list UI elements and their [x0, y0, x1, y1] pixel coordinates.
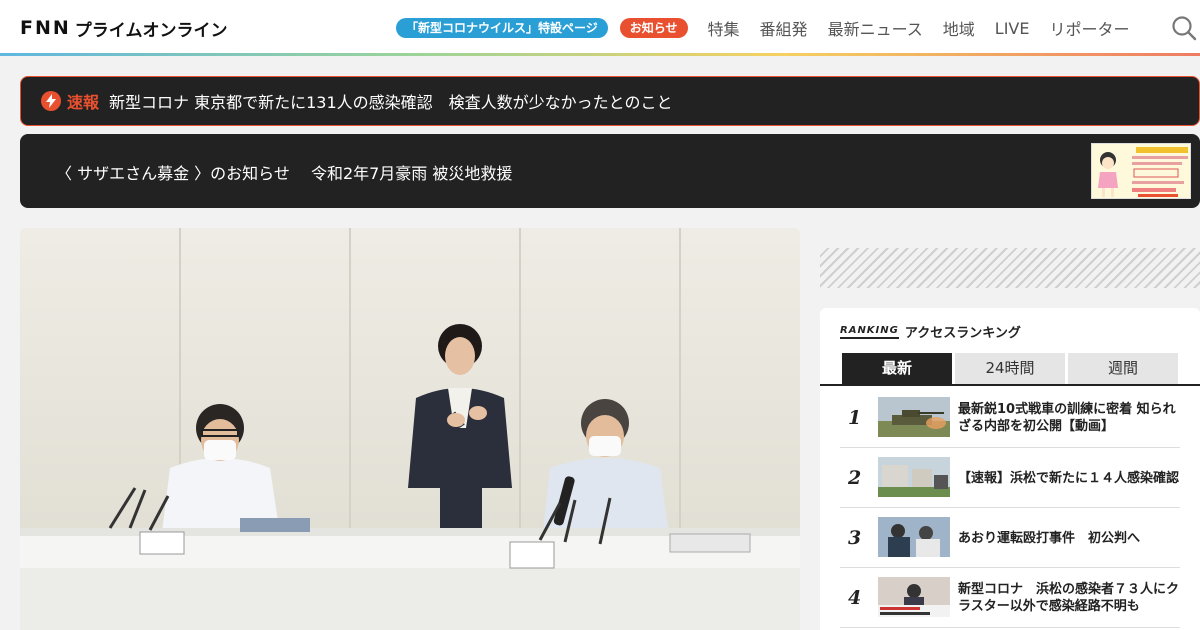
corona-special-page-button[interactable]: 「新型コロナウイルス」特設ページ — [396, 18, 608, 38]
list-item[interactable]: 3 あおり運転殴打事件 初公判へ — [840, 508, 1180, 568]
rank-title[interactable]: 最新鋭10式戦車の訓練に密着 知られざる内部を初公開【動画】 — [958, 388, 1180, 448]
notice-text[interactable]: 〈 サザエさん募金 〉のお知らせ 令和2年7月豪雨 被災地救援 — [56, 160, 512, 184]
main-nav: 「新型コロナウイルス」特設ページ お知らせ 特集 番組発 最新ニュース 地域 L… — [396, 16, 1129, 40]
ranking-list: 1 最新鋭10式戦車の訓練に密着 知られざる内部を初公開【動画】 2 【速報】浜… — [840, 388, 1180, 628]
header-accent-line — [0, 53, 1200, 56]
notice-thumbnail[interactable] — [1091, 143, 1191, 199]
logo-text: プライムオンライン — [74, 20, 228, 41]
rank-thumbnail[interactable] — [878, 397, 950, 437]
rank-number: 3 — [848, 527, 862, 549]
breaking-label: 速報 — [67, 93, 100, 112]
rank-number: 4 — [848, 587, 862, 609]
sazae-fund-notice-banner[interactable]: 〈 サザエさん募金 〉のお知らせ 令和2年7月豪雨 被災地救援 — [20, 134, 1200, 208]
nav-features[interactable]: 特集 — [708, 16, 740, 40]
rank-number: 1 — [848, 407, 862, 429]
tab-latest[interactable]: 最新 — [842, 353, 952, 384]
ranking-title: アクセスランキング — [904, 326, 1021, 341]
logo-fnn: FNN — [20, 17, 71, 39]
lightning-bolt-icon — [41, 91, 61, 111]
list-item[interactable]: 4 新型コロナ 浜松の感染者７３人にクラスター以外で感染経路不明も — [840, 568, 1180, 628]
nav-latest-news[interactable]: 最新ニュース — [828, 16, 923, 40]
list-item[interactable]: 2 【速報】浜松で新たに１４人感染確認 — [840, 448, 1180, 508]
ad-placeholder — [820, 248, 1200, 288]
list-item[interactable]: 1 最新鋭10式戦車の訓練に密着 知られざる内部を初公開【動画】 — [840, 388, 1180, 448]
nav-programs[interactable]: 番組発 — [760, 16, 808, 40]
nav-live[interactable]: LIVE — [995, 19, 1030, 38]
site-header: FNN プライムオンライン 「新型コロナウイルス」特設ページ お知らせ 特集 番… — [0, 0, 1200, 56]
notice-button[interactable]: お知らせ — [619, 18, 688, 38]
nav-reporter[interactable]: リポーター — [1049, 16, 1129, 40]
rank-title[interactable]: あおり運転殴打事件 初公判へ — [958, 508, 1180, 568]
tab-weekly[interactable]: 週間 — [1068, 353, 1178, 384]
article-main-photo[interactable] — [20, 228, 800, 630]
breaking-news-bar[interactable]: 速報 新型コロナ 東京都で新たに131人の感染確認 検査人数が少なかったとのこと — [20, 76, 1200, 126]
rank-thumbnail[interactable] — [878, 577, 950, 617]
search-icon[interactable] — [1171, 15, 1197, 41]
site-logo[interactable]: FNN プライムオンライン — [20, 16, 228, 41]
ranking-logo: RANKING — [840, 325, 899, 339]
rank-title[interactable]: 【速報】浜松で新たに１４人感染確認 — [958, 448, 1180, 508]
access-ranking-panel: RANKING アクセスランキング 最新 24時間 週間 1 最新鋭10式戦車の… — [820, 308, 1200, 630]
ranking-tabs: 最新 24時間 週間 — [842, 353, 1181, 384]
rank-thumbnail[interactable] — [878, 457, 950, 497]
rank-thumbnail[interactable] — [878, 517, 950, 557]
tab-24-hours[interactable]: 24時間 — [955, 353, 1065, 384]
nav-region[interactable]: 地域 — [943, 16, 975, 40]
tabs-underline — [820, 384, 1200, 386]
ranking-header: RANKING アクセスランキング — [840, 322, 1021, 341]
rank-number: 2 — [848, 467, 862, 489]
rank-title[interactable]: 新型コロナ 浜松の感染者７３人にクラスター以外で感染経路不明も — [958, 568, 1180, 628]
breaking-headline[interactable]: 新型コロナ 東京都で新たに131人の感染確認 検査人数が少なかったとのこと — [109, 89, 672, 113]
